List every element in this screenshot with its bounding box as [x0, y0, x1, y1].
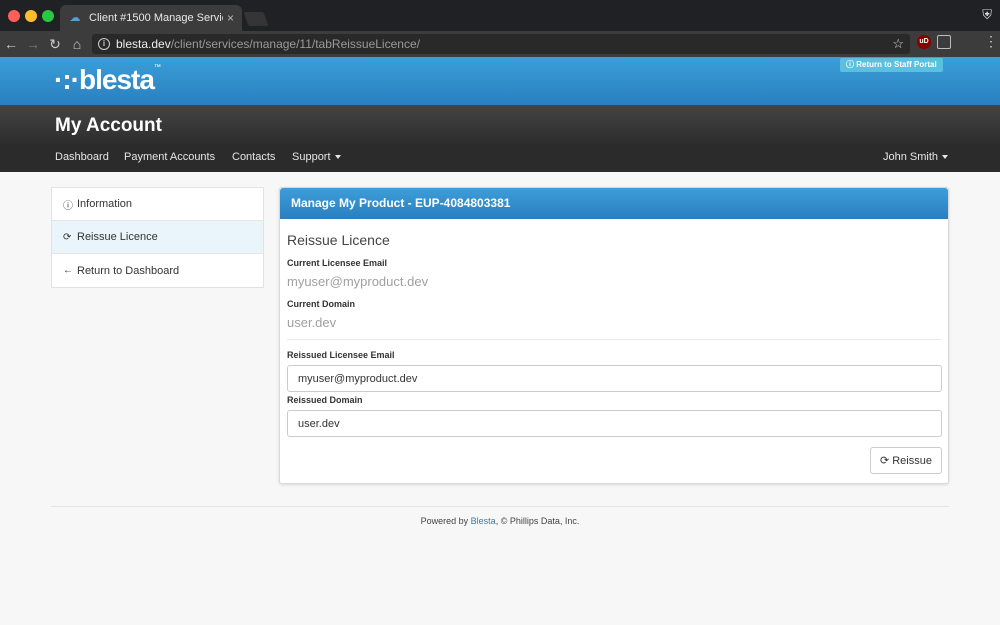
return-to-staff-portal-button[interactable]: ⓘ Return to Staff Portal	[840, 58, 943, 72]
sidebar-item-label: Information	[77, 198, 133, 210]
sidebar: ⓘ Information ⟳ Reissue Licence ← Return…	[51, 187, 264, 288]
sidebar-item-label: Reissue Licence	[77, 231, 158, 243]
current-email-label: Current Licensee Email	[287, 258, 388, 268]
browser-titlebar: ☁ Client #1500 Manage Service × ⛨	[0, 0, 1000, 31]
sidebar-item-return-to-dashboard[interactable]: ← Return to Dashboard	[52, 254, 263, 287]
main-nav: Dashboard Payment Accounts Contacts Supp…	[0, 144, 1000, 172]
cast-icon[interactable]	[937, 35, 951, 49]
new-tab-button[interactable]	[243, 12, 269, 26]
site-info-icon[interactable]: i	[98, 38, 110, 50]
current-email-value: myuser@myproduct.dev	[287, 274, 429, 289]
blesta-logo[interactable]: ·:·blesta™	[54, 64, 161, 96]
url-host: blesta.dev	[116, 37, 171, 51]
brand-header: ·:·blesta™ ⓘ Return to Staff Portal	[0, 57, 1000, 105]
reload-icon[interactable]: ↻	[44, 36, 66, 53]
chevron-down-icon	[942, 155, 949, 160]
logo-trademark: ™	[153, 64, 161, 71]
sidebar-item-information[interactable]: ⓘ Information	[52, 188, 263, 221]
current-domain-value: user.dev	[287, 315, 337, 330]
incognito-icon: ⛨	[982, 7, 992, 22]
user-name: John Smith	[883, 151, 939, 163]
arrow-left-icon: ←	[63, 265, 73, 276]
logo-text: blesta	[78, 64, 155, 95]
url-path: /client/services/manage/11/tabReissueLic…	[170, 37, 420, 51]
forward-icon[interactable]: →	[22, 36, 44, 52]
bookmark-star-icon[interactable]: ☆	[892, 36, 904, 52]
address-bar[interactable]: i blesta.dev/client/services/manage/11/t…	[92, 34, 910, 54]
back-icon[interactable]: ←	[0, 36, 22, 52]
nav-support[interactable]: Support	[292, 151, 341, 163]
section-title: Reissue Licence	[287, 232, 390, 248]
blesta-favicon-icon: ☁	[69, 12, 81, 24]
reissued-domain-input[interactable]	[287, 410, 942, 437]
browser-tab[interactable]: ☁ Client #1500 Manage Service ×	[60, 5, 242, 31]
home-icon[interactable]: ⌂	[66, 36, 88, 52]
footer-blesta-link[interactable]: Blesta	[471, 516, 496, 526]
manage-product-panel: Manage My Product - EUP-4084803381 Reiss…	[279, 187, 949, 484]
reissued-email-label: Reissued Licensee Email	[287, 350, 395, 360]
current-domain-label: Current Domain	[287, 299, 356, 309]
title-bar: My Account	[0, 105, 1000, 144]
nav-payment-accounts[interactable]: Payment Accounts	[124, 151, 215, 163]
info-circle-icon: ⓘ	[63, 200, 73, 212]
footer-divider	[51, 506, 949, 507]
sidebar-item-reissue-licence[interactable]: ⟳ Reissue Licence	[52, 221, 263, 254]
minimize-window-button[interactable]	[25, 10, 37, 22]
maximize-window-button[interactable]	[42, 10, 54, 22]
reissued-domain-label: Reissued Domain	[287, 395, 363, 405]
staff-portal-label: Return to Staff Portal	[856, 60, 937, 69]
footer-suffix: , © Phillips Data, Inc.	[495, 516, 580, 526]
chevron-down-icon	[334, 155, 341, 160]
logo-smile-icon: ·:·	[54, 64, 80, 95]
close-window-button[interactable]	[8, 10, 20, 22]
panel-heading: Manage My Product - EUP-4084803381	[280, 188, 948, 219]
nav-support-label: Support	[292, 151, 331, 163]
info-circle-icon: ⓘ	[846, 60, 857, 69]
reissue-button[interactable]: ⟳ Reissue	[870, 447, 942, 474]
tab-title: Client #1500 Manage Service	[89, 12, 223, 24]
user-menu[interactable]: John Smith	[883, 151, 949, 163]
nav-contacts[interactable]: Contacts	[232, 151, 275, 163]
footer-prefix: Powered by	[420, 516, 469, 526]
browser-menu-icon[interactable]: ⋮	[984, 33, 998, 50]
refresh-icon: ⟳	[880, 455, 890, 467]
nav-dashboard[interactable]: Dashboard	[55, 151, 109, 163]
sidebar-item-label: Return to Dashboard	[77, 264, 180, 277]
reissued-email-input[interactable]	[287, 365, 942, 392]
footer: Powered by Blesta, © Phillips Data, Inc.	[0, 516, 1000, 526]
refresh-icon: ⟳	[63, 231, 72, 243]
tab-close-icon[interactable]: ×	[227, 11, 234, 25]
ublock-extension-icon[interactable]: uD	[917, 35, 931, 49]
divider	[287, 339, 941, 340]
browser-toolbar: ← → ↻ ⌂ i blesta.dev/client/services/man…	[0, 31, 1000, 57]
page-title: My Account	[55, 115, 162, 136]
reissue-button-label: Reissue	[892, 454, 932, 467]
